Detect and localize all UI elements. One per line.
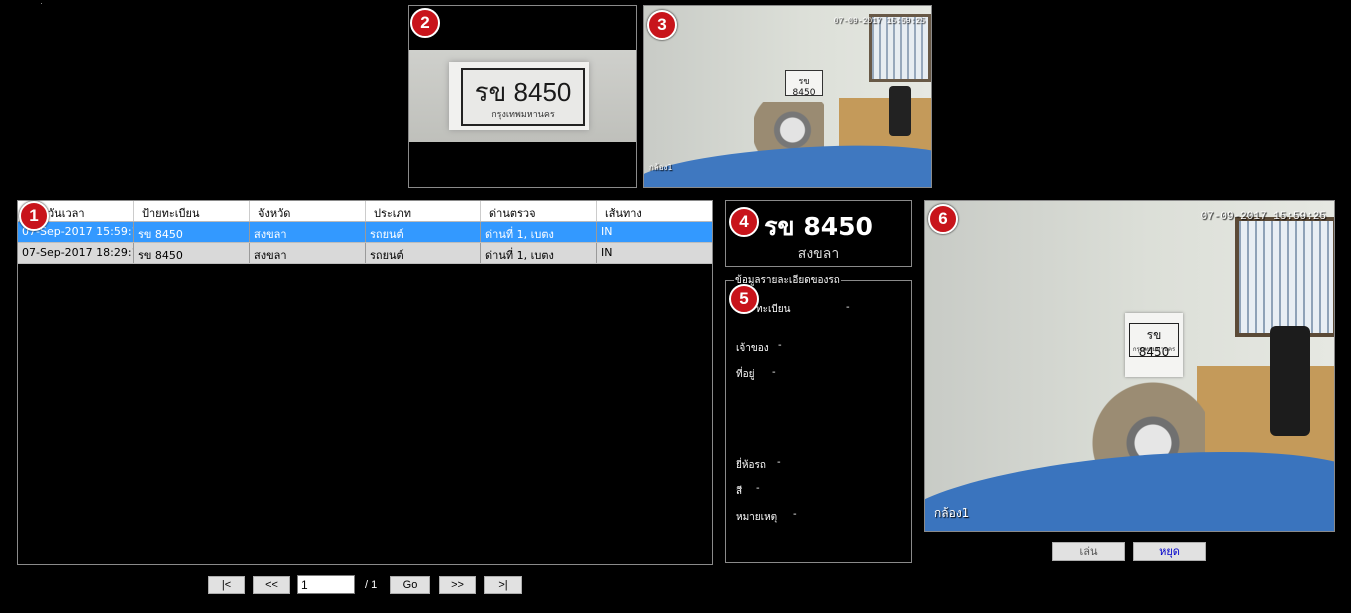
- table-row[interactable]: 07-Sep-2017 18:29:16 รข 8450 สงขลา รถยนต…: [18, 243, 712, 264]
- column-header-plate[interactable]: ป้ายทะเบียน: [134, 201, 250, 221]
- owner-label: เจ้าของ: [736, 343, 769, 354]
- page-total: / 1: [365, 579, 378, 591]
- note-label: หมายเหตุ: [736, 512, 778, 523]
- main-camera-image: รข 8450 กรุงเทพมหานคร 07-09-2017 15:59:2…: [925, 201, 1334, 531]
- table-header: วันเวลา ป้ายทะเบียน จังหวัด ประเภท ด่านต…: [18, 201, 712, 222]
- column-header-checkpoint[interactable]: ด่านตรวจ: [481, 201, 597, 221]
- page-number-input[interactable]: [297, 575, 355, 594]
- color-value: -: [756, 483, 760, 494]
- brand-label: ยี่ห้อรถ: [736, 460, 766, 471]
- cell-datetime: 07-Sep-2017 18:29:16: [18, 243, 134, 263]
- wall-sign: รข 8450 กรุงเทพมหานคร: [1125, 313, 1183, 377]
- column-header-province[interactable]: จังหวัด: [250, 201, 366, 221]
- registration-label: ทะเบียน: [756, 304, 791, 315]
- registration-value: -: [846, 302, 850, 313]
- vehicle-details-group: ข้อมูลรายละเอียดของรถ ทะเบียน - เจ้าของ …: [725, 273, 912, 563]
- badge-6: 6: [928, 204, 958, 234]
- main-camera-label: กล้อง1: [934, 506, 970, 520]
- play-button[interactable]: เล่น: [1052, 542, 1125, 561]
- small-plate-text: รข 8450: [792, 77, 816, 98]
- table-row[interactable]: 07-Sep-2017 15:59:10 รข 8450 สงขลา รถยนต…: [18, 222, 712, 243]
- next-page-button[interactable]: >>: [439, 576, 476, 594]
- address-value: -: [772, 367, 776, 378]
- main-camera-view: รข 8450 กรุงเทพมหานคร 07-09-2017 15:59:2…: [924, 200, 1335, 532]
- records-table[interactable]: วันเวลา ป้ายทะเบียน จังหวัด ประเภท ด่านต…: [17, 200, 713, 565]
- column-header-direction[interactable]: เส้นทาง: [597, 201, 712, 221]
- stop-button[interactable]: หยุด: [1133, 542, 1206, 561]
- badge-5: 5: [729, 284, 759, 314]
- prev-page-button[interactable]: <<: [253, 576, 290, 594]
- last-page-button[interactable]: >|: [484, 576, 522, 594]
- first-page-button[interactable]: |<: [208, 576, 245, 594]
- owner-value: -: [778, 340, 782, 351]
- main-plate-text: รข 8450: [1138, 328, 1170, 359]
- wall-sign-plate: รข 8450 กรุงเทพมหานคร: [1129, 323, 1179, 359]
- color-label: สี: [736, 486, 743, 497]
- plate-province: สงขลา: [797, 246, 840, 262]
- chair: [1270, 326, 1310, 436]
- small-camera-view: รข 8450 07-09-2017 15:59:25 กล้อง1: [643, 5, 932, 188]
- cell-province: สงขลา: [250, 222, 366, 242]
- small-plate: รข 8450: [785, 70, 823, 98]
- badge-3: 3: [647, 10, 677, 40]
- window: [1235, 217, 1334, 337]
- small-camera-timestamp: 07-09-2017 15:59:25: [833, 17, 925, 26]
- cell-direction: IN: [601, 225, 613, 238]
- badge-4: 4: [729, 207, 759, 237]
- small-camera-image: รข 8450 07-09-2017 15:59:25 กล้อง1: [644, 6, 931, 187]
- address-label: ที่อยู่: [736, 369, 755, 380]
- cell-plate: รข 8450: [134, 243, 250, 263]
- cell-province: สงขลา: [250, 243, 366, 263]
- plate-crop-image: รข 8450 กรุงเทพมหานคร: [409, 50, 636, 142]
- cell-plate: รข 8450: [134, 222, 250, 242]
- cell-type: รถยนต์: [366, 243, 481, 263]
- plate-crop-subtext: กรุงเทพมหานคร: [491, 110, 555, 120]
- main-plate-subtext: กรุงเทพมหานคร: [1132, 346, 1176, 353]
- badge-1: 1: [19, 201, 49, 231]
- main-camera-timestamp: 07-09-2017 15:59:25: [1200, 211, 1326, 223]
- badge-2: 2: [410, 8, 440, 38]
- cell-checkpoint: ด่านที่ 1, เบตง: [481, 243, 597, 263]
- chair: [889, 86, 911, 136]
- plate-box: รข 8450 กรุงเทพมหานคร: [461, 68, 585, 126]
- go-button[interactable]: Go: [390, 576, 430, 594]
- small-camera-label: กล้อง1: [649, 163, 673, 172]
- brand-value: -: [777, 457, 781, 468]
- note-value: -: [793, 509, 797, 520]
- cell-checkpoint: ด่านที่ 1, เบตง: [481, 222, 597, 242]
- cell-direction: IN: [601, 246, 613, 259]
- cell-type: รถยนต์: [366, 222, 481, 242]
- corner-dot: [41, 3, 42, 4]
- plate-crop-view: รข 8450 กรุงเทพมหานคร: [408, 5, 637, 188]
- column-header-type[interactable]: ประเภท: [366, 201, 481, 221]
